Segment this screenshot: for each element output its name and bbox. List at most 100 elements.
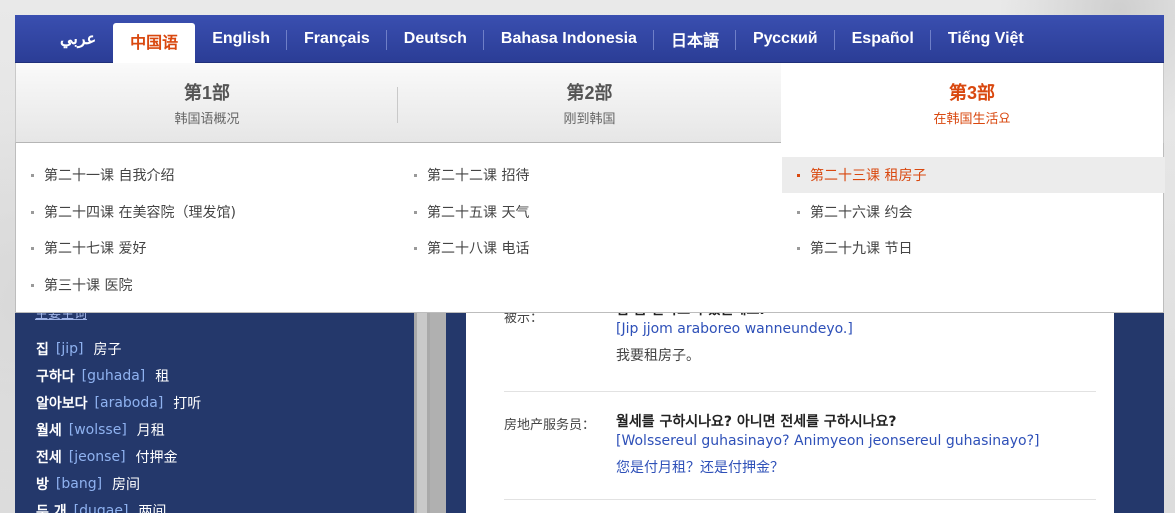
vocabulary-meaning: 月租 <box>136 422 165 439</box>
vocabulary-meaning: 房间 <box>112 476 141 493</box>
part-tab-subtitle: 刚到韩国 <box>563 111 616 127</box>
lesson-item[interactable]: 第二十一课 自我介绍 <box>16 157 399 193</box>
lesson-label: 第二十五课 天气 <box>427 204 530 221</box>
part-tab-subtitle: 韩国语概况 <box>174 111 240 127</box>
dialogue-divider <box>504 499 1096 500</box>
vocabulary-meaning: 打听 <box>173 395 202 412</box>
utterance-korean: 월세를 구하시나요? 아니면 전세를 구하시나요? <box>616 414 897 430</box>
language-tab[interactable]: 日本語 <box>654 15 736 63</box>
lesson-label: 第二十三课 租房子 <box>810 168 927 184</box>
bullet-icon <box>797 210 800 214</box>
bullet-icon <box>31 283 34 287</box>
part-tab-2[interactable]: 第2部 刚到韩国 <box>398 63 781 143</box>
vocabulary-panel: 主要生词 집 [jip] 房子 구하다 [guhada] 租 알아보다 [araboda] 打听… <box>15 313 430 513</box>
speaker-label: 被示： <box>504 313 544 326</box>
language-bar: عربي 中国语 English Français Deutsch Bahasa Indo… <box>15 15 1164 63</box>
vocabulary-meaning: 租 <box>155 368 170 385</box>
language-tab[interactable]: Deutsch <box>387 15 484 63</box>
language-tab[interactable]: Español <box>835 15 931 63</box>
vocabulary-korean: 방 <box>36 476 49 493</box>
lesson-label: 第二十二课 招待 <box>427 168 530 184</box>
lesson-item[interactable]: 第二十三课 租房子 <box>782 157 1165 193</box>
language-tab[interactable]: Français <box>287 15 387 63</box>
dialogue-utterance: 집 좀 알아보러 왔는데요. [Jip jjom araboreo wanneu… <box>616 313 853 367</box>
vocabulary-scrollbar[interactable] <box>414 313 430 513</box>
dialogue-panel: 被示： 집 좀 알아보러 왔는데요. [Jip jjom araboreo wa… <box>466 313 1114 513</box>
part-tab-1[interactable]: 第1部 韩国语概况 <box>15 63 398 143</box>
scrollbar-thumb[interactable] <box>417 313 427 513</box>
vocabulary-korean: 월세 <box>36 422 62 439</box>
utterance-romanization: [Jip jjom araboreo wanneundeyo.] <box>616 321 853 337</box>
lesson-label: 第二十七课 爱好 <box>44 241 147 257</box>
vocabulary-row: 월세 [wolsse] 月租 <box>36 416 201 443</box>
vocabulary-romanization: [araboda] <box>94 394 164 411</box>
vocabulary-romanization: [dugae] <box>73 502 129 513</box>
lesson-label: 第二十六课 约会 <box>810 204 913 221</box>
vocabulary-korean: 구하다 <box>36 368 75 385</box>
vocabulary-korean: 두 개 <box>36 503 67 513</box>
vocabulary-meaning: 房子 <box>93 341 122 358</box>
bullet-icon <box>31 210 34 214</box>
part-tab-number: 第2部 <box>566 82 613 103</box>
lesson-item[interactable]: 第二十七课 爱好 <box>16 230 399 266</box>
language-tab[interactable]: Русский <box>736 15 835 63</box>
vocabulary-romanization: [jeonse] <box>68 448 126 465</box>
utterance-chinese: 我要租房子。 <box>616 348 700 364</box>
lesson-dropdown: 第二十一课 自我介绍 第二十二课 招待 第二十三课 租房子第二十四课 在美容院（理发… <box>15 143 1165 313</box>
part-tab-number: 第1部 <box>183 82 230 103</box>
bullet-icon <box>414 210 417 214</box>
vocabulary-korean: 전세 <box>36 449 62 466</box>
vocabulary-romanization: [bang] <box>55 475 103 492</box>
language-tab[interactable]: Bahasa Indonesia <box>484 15 654 63</box>
bullet-icon <box>797 247 800 250</box>
vocabulary-korean: 알아보다 <box>36 395 88 412</box>
utterance-korean: 집 좀 알아보러 왔는데요. <box>616 313 853 321</box>
utterance-romanization: [Wolssereul guhasinayo? Animyeon jeonser… <box>616 433 1040 449</box>
bullet-icon <box>414 247 417 250</box>
lesson-label: 第二十九课 节日 <box>810 241 913 257</box>
lesson-label: 第二十一课 自我介绍 <box>44 168 175 184</box>
vocabulary-title: 主要生词 <box>35 313 88 322</box>
part-tab-3[interactable]: 第3部 在韩国生活요 <box>781 63 1164 143</box>
vocabulary-row: 방 [bang] 房间 <box>36 470 201 497</box>
vocabulary-romanization: [jip] <box>55 340 84 357</box>
vocabulary-meaning: 两间 <box>138 503 167 513</box>
lesson-label: 第三十课 医院 <box>44 277 133 294</box>
language-tab[interactable]: عربي <box>43 15 113 63</box>
language-list: عربي 中国语 English Français Deutsch Bahasa Indo… <box>15 15 1164 63</box>
vocabulary-meaning: 付押金 <box>135 449 178 466</box>
vocabulary-row: 구하다 [guhada] 租 <box>36 362 201 389</box>
part-tabs: 第1部 韩国语概况 第2部 刚到韩国 第3部 在韩国生活요 <box>15 63 1164 143</box>
lesson-item[interactable]: 第二十九课 节日 <box>782 230 1165 266</box>
vocabulary-romanization: [guhada] <box>81 367 146 384</box>
language-tab[interactable]: English <box>195 15 287 63</box>
bullet-icon <box>31 247 34 250</box>
lesson-item[interactable]: 第二十五课 天气 <box>399 194 782 230</box>
lesson-label: 第二十四课 在美容院（理发馆) <box>44 204 236 221</box>
lesson-item[interactable]: 第三十课 医院 <box>16 267 399 303</box>
dialogue-divider <box>504 391 1096 392</box>
speaker-label: 房地产服务员： <box>504 418 596 433</box>
bullet-icon <box>797 174 800 177</box>
lesson-item[interactable]: 第二十四课 在美容院（理发馆) <box>16 194 399 230</box>
bullet-icon <box>414 174 417 177</box>
lesson-item[interactable]: 第二十二课 招待 <box>399 157 782 193</box>
vocabulary-row: 집 [jip] 房子 <box>36 335 201 362</box>
vocabulary-row: 알아보다 [araboda] 打听 <box>36 389 201 416</box>
vocabulary-korean: 집 <box>36 341 49 358</box>
vocabulary-row: 두 개 [dugae] 两间 <box>36 497 201 513</box>
language-tab[interactable]: Tiếng Việt <box>931 15 1041 63</box>
lesson-item[interactable]: 第二十六课 约会 <box>782 194 1165 230</box>
part-tab-number: 第3部 <box>948 83 995 103</box>
lesson-label: 第二十八课 电话 <box>427 241 530 257</box>
language-tab[interactable]: 中国语 <box>113 23 196 63</box>
lesson-item[interactable]: 第二十八课 电话 <box>399 230 782 266</box>
bullet-icon <box>31 174 34 177</box>
vocabulary-romanization: [wolsse] <box>68 421 127 438</box>
utterance-chinese: 您是付月租？还是付押金？ <box>616 460 784 476</box>
dialogue-frame-border <box>430 313 446 513</box>
vocabulary-list: 집 [jip] 房子 구하다 [guhada] 租 알아보다 [araboda] 打听 월세 [wo… <box>36 335 201 513</box>
dialogue-utterance: 월세를 구하시나요? 아니면 전세를 구하시나요? [Wolssereul gu… <box>616 411 1039 479</box>
vocabulary-row: 전세 [jeonse] 付押金 <box>36 443 201 470</box>
part-tab-subtitle: 在韩国生活요 <box>933 112 1011 127</box>
